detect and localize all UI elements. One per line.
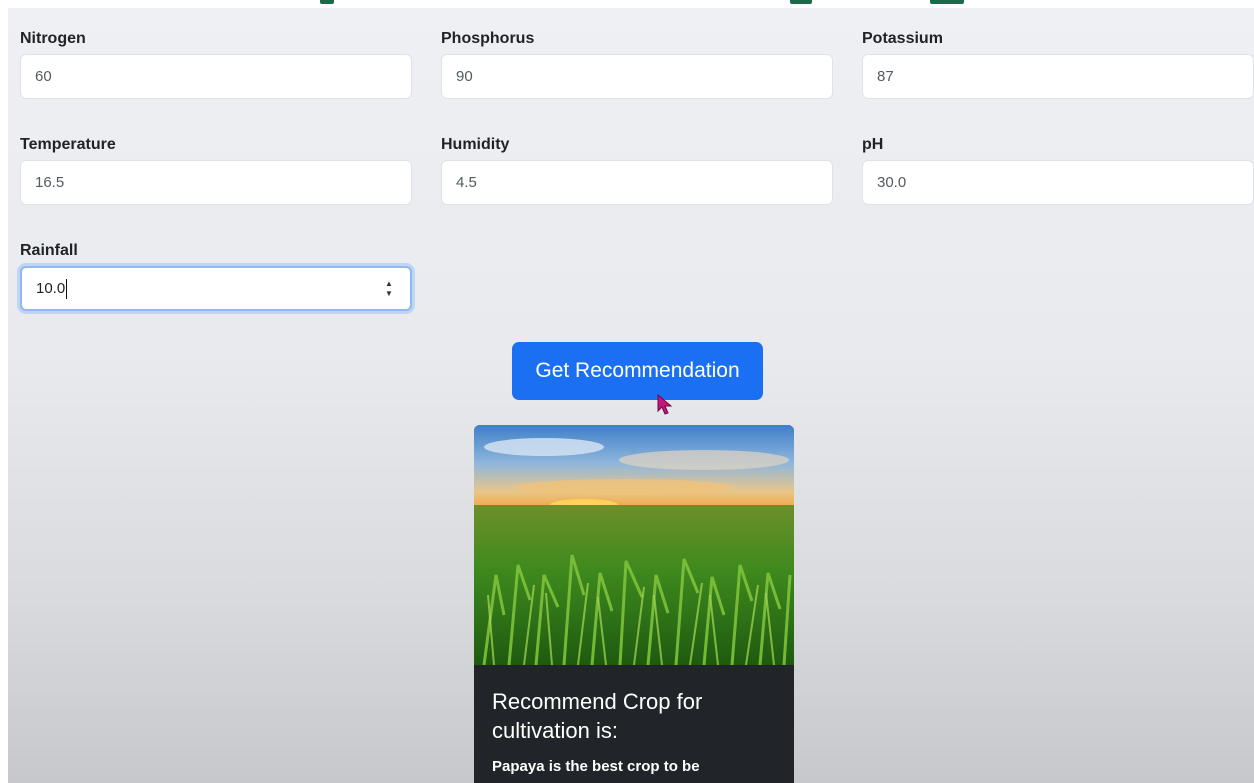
humidity-label: Humidity — [441, 136, 510, 153]
field-temperature: Temperature 16.5 — [20, 135, 412, 205]
nitrogen-label: Nitrogen — [20, 30, 86, 47]
potassium-value: 87 — [877, 68, 894, 85]
recommendation-card: Recommend Crop for cultivation is: Papay… — [474, 425, 794, 783]
field-humidity: Humidity 4.5 — [441, 135, 833, 205]
phosphorus-value: 90 — [456, 68, 473, 85]
ph-label: pH — [862, 136, 884, 153]
spinner-down-icon[interactable]: ▼ — [385, 290, 393, 298]
get-recommendation-button[interactable]: Get Recommendation — [512, 342, 763, 400]
mouse-pointer-icon — [657, 394, 673, 415]
rainfall-value: 10.0 — [36, 280, 66, 297]
field-nitrogen: Nitrogen 60 — [20, 29, 412, 99]
field-ph: pH 30.0 — [862, 135, 1254, 205]
rainfall-input[interactable]: 10.0 ▲ ▼ — [20, 266, 412, 311]
ph-input[interactable]: 30.0 — [862, 160, 1254, 205]
phosphorus-input[interactable]: 90 — [441, 54, 833, 99]
humidity-value: 4.5 — [456, 174, 477, 191]
potassium-label: Potassium — [862, 30, 943, 47]
recommendation-text: Papaya is the best crop to be — [492, 758, 700, 775]
temperature-input[interactable]: 16.5 — [20, 160, 412, 205]
text-caret — [66, 278, 68, 299]
nitrogen-input[interactable]: 60 — [20, 54, 412, 99]
potassium-input[interactable]: 87 — [862, 54, 1254, 99]
temperature-value: 16.5 — [35, 174, 65, 191]
page-heading-clipped — [0, 0, 1254, 8]
spinner-up-icon[interactable]: ▲ — [385, 280, 393, 288]
ph-value: 30.0 — [877, 174, 907, 191]
field-potassium: Potassium 87 — [862, 29, 1254, 99]
rainfall-label: Rainfall — [20, 242, 78, 259]
number-spinner-icon[interactable]: ▲ ▼ — [384, 280, 394, 298]
nitrogen-value: 60 — [35, 68, 52, 85]
field-rainfall: Rainfall 10.0 ▲ ▼ — [20, 241, 412, 311]
field-phosphorus: Phosphorus 90 — [441, 29, 833, 99]
recommendation-title: Recommend Crop for cultivation is: — [492, 689, 703, 743]
humidity-input[interactable]: 4.5 — [441, 160, 833, 205]
crop-field-image — [474, 425, 794, 665]
window-left-edge — [0, 0, 8, 783]
temperature-label: Temperature — [20, 136, 116, 153]
recommendation-card-body: Recommend Crop for cultivation is: Papay… — [474, 665, 794, 777]
phosphorus-label: Phosphorus — [441, 30, 535, 47]
